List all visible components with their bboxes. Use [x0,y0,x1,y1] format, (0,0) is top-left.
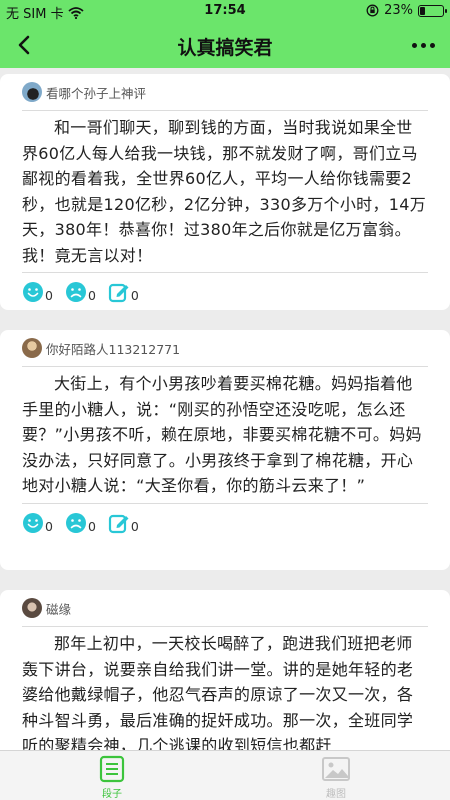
battery-percent: 23% [384,3,413,18]
tab-jokes[interactable]: 段子 [82,755,142,800]
status-bar: 无 SIM 卡 17:54 23% [0,0,450,22]
smile-button[interactable]: 0 [22,512,53,534]
page-title: 认真搞笑君 [177,37,273,59]
sad-face-icon [65,512,86,533]
sad-face-icon [65,282,86,302]
smile-button[interactable]: 0 [22,281,53,303]
status-right: 23% [366,3,447,18]
avatar[interactable] [22,338,42,358]
joke-text: 那年上初中，一天校长喝醉了，跑进我们班把老师轰下讲台，说要亲自给我们讲一堂。讲的… [22,634,414,750]
joke-card: 磁缘 那年上初中，一天校长喝醉了，跑进我们班把老师轰下讲台，说要亲自给我们讲一堂… [0,590,450,750]
more-button[interactable] [408,32,438,58]
sad-button[interactable]: 0 [65,512,96,534]
joke-text: 大街上，有个小男孩吵着要买棉花糖。妈妈指着他手里的小糖人，说：“刚买的孙悟空还没… [22,374,422,495]
username[interactable]: 你好陌路人113212771 [46,339,180,358]
username[interactable]: 磁缘 [46,599,71,618]
smile-face-icon [23,512,43,533]
joke-text: 和一哥们聊天，聊到钱的方面，当时我说如果全世界60亿人每人给我一块钱，那不就发财… [22,118,427,265]
list-doc-icon [99,755,125,783]
joke-card: 你好陌路人113212771 大街上，有个小男孩吵着要买棉花糖。妈妈指着他手里的… [0,330,450,570]
smile-face-icon [23,282,43,302]
battery-icon [418,4,447,17]
smile-count: 0 [45,518,53,534]
sad-count: 0 [87,518,96,534]
sad-button[interactable]: 0 [65,281,96,303]
battery-level [420,6,426,15]
comment-count: 0 [130,518,139,534]
joke-card: 看哪个孙子上神评 和一哥们聊天，聊到钱的方面，当时我说如果全世界60亿人每人给我… [0,74,450,310]
edit-icon [108,283,129,303]
card-header: 磁缘 [0,590,450,626]
comment-count: 0 [130,288,139,303]
username[interactable]: 看哪个孙子上神评 [46,83,146,102]
comment-button[interactable]: 0 [108,512,139,534]
card-header: 你好陌路人113212771 [0,330,450,366]
nav-bar: 认真搞笑君 [0,22,450,68]
card-header: 看哪个孙子上神评 [0,74,450,110]
comment-button[interactable]: 0 [108,281,139,303]
edit-icon [108,514,129,533]
smile-count: 0 [45,288,53,303]
avatar[interactable] [22,598,42,618]
image-icon [322,757,350,781]
orientation-lock-icon [366,4,379,17]
action-row: 0 0 0 [0,273,450,311]
more-dots-icon [411,42,417,48]
tab-pictures[interactable]: 趣图 [306,755,366,800]
tab-label: 段子 [102,789,122,800]
sad-count: 0 [87,288,96,303]
joke-feed[interactable]: 看哪个孙子上神评 和一哥们聊天，聊到钱的方面，当时我说如果全世界60亿人每人给我… [0,68,450,750]
tab-bar: 段子 趣图 [0,750,450,800]
action-row: 0 0 0 [0,504,450,542]
tab-label: 趣图 [326,789,346,800]
avatar[interactable] [22,82,42,102]
